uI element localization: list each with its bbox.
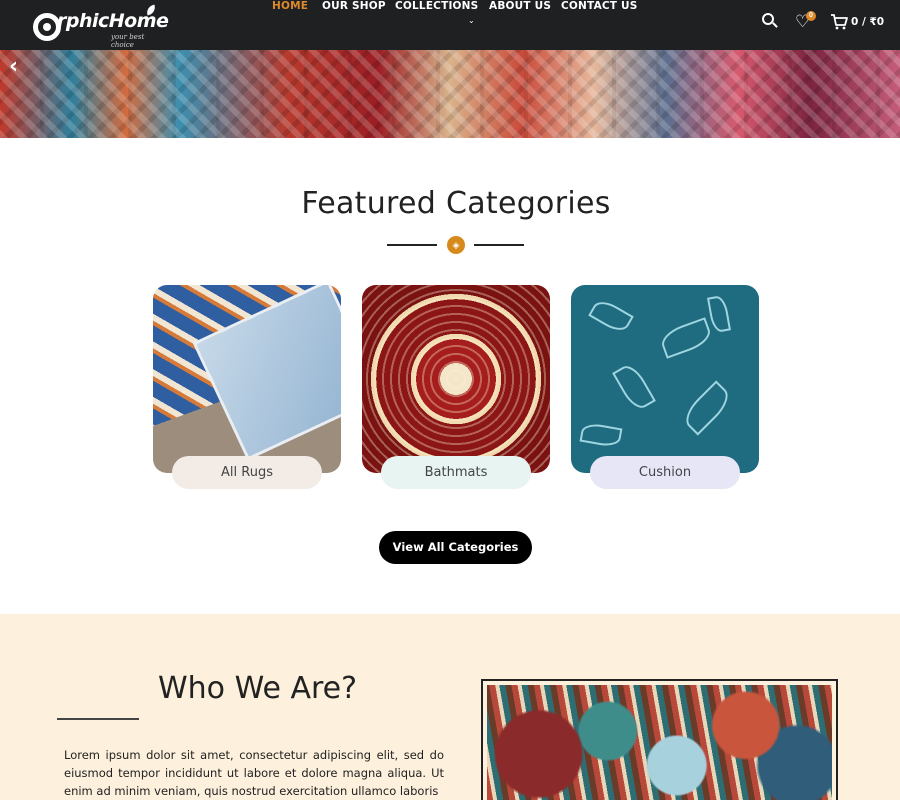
leaf-pattern	[612, 361, 656, 413]
who-we-are-text: Lorem ipsum dolor sit amet, consectetur …	[64, 748, 444, 798]
leaf-pattern	[579, 421, 623, 449]
leaf-pattern	[658, 317, 714, 359]
nav-contact-us[interactable]: CONTACT US	[561, 0, 638, 12]
featured-categories-title: Featured Categories	[301, 186, 611, 221]
rolled-rugs-image	[487, 685, 832, 800]
nav-home[interactable]: HOME	[272, 0, 308, 12]
category-label-bathmats[interactable]: Bathmats	[381, 456, 531, 489]
wishlist-count-badge: 0	[806, 11, 816, 21]
cart-total[interactable]: 0 / ₹0	[851, 16, 884, 28]
nav-collections[interactable]: COLLECTIONS	[395, 0, 478, 12]
view-all-categories-button[interactable]: View All Categories	[379, 531, 532, 564]
category-card-bathmats[interactable]	[362, 285, 550, 473]
leaf-pattern	[707, 294, 731, 334]
nav-about-us[interactable]: ABOUT US	[489, 0, 551, 12]
divider-line-right	[474, 244, 524, 246]
chevron-left-icon[interactable]: ‹	[9, 54, 18, 79]
category-card-all-rugs[interactable]	[153, 285, 341, 473]
cart-icon[interactable]	[830, 13, 848, 31]
hero-banner: ‹	[0, 50, 900, 138]
search-icon[interactable]	[762, 13, 778, 29]
who-we-are-title: Who We Are?	[158, 671, 358, 706]
category-label-all-rugs[interactable]: All Rugs	[172, 456, 322, 489]
bathmat-image	[362, 285, 550, 473]
who-image-frame	[481, 679, 838, 800]
category-label-cushion[interactable]: Cushion	[590, 456, 740, 489]
nav-our-shop[interactable]: OUR SHOP	[322, 0, 386, 12]
who-divider	[57, 718, 139, 720]
site-logo[interactable]: rphicHome your best choice	[33, 4, 169, 49]
divider-line-left	[387, 244, 437, 246]
category-card-cushion[interactable]	[571, 285, 759, 473]
site-header: rphicHome your best choice HOME OUR SHOP…	[0, 0, 900, 50]
diamond-icon: ◈	[447, 236, 465, 254]
hero-rug-pattern	[0, 50, 900, 138]
leaf-pattern	[588, 296, 634, 336]
chevron-down-icon: ⌄	[468, 16, 475, 25]
logo-tagline: your best choice	[111, 33, 145, 49]
leaf-pattern	[679, 380, 735, 436]
rug-image	[192, 285, 341, 461]
